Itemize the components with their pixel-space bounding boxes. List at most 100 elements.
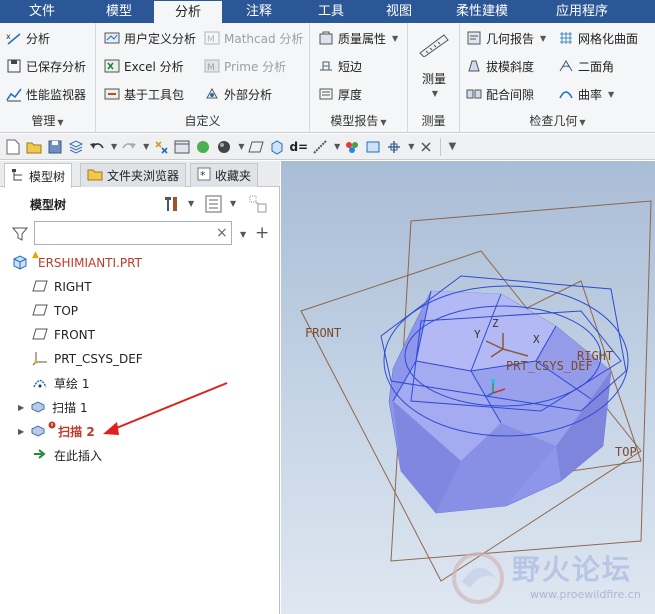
regenerate-icon[interactable] <box>152 138 170 156</box>
tab-annotate[interactable]: 注释 <box>222 0 296 23</box>
appearance-icon[interactable] <box>343 138 361 156</box>
thickness-icon <box>318 86 334 102</box>
new-file-icon[interactable] <box>4 138 22 156</box>
layers-icon[interactable] <box>67 138 85 156</box>
chevron-down-icon[interactable]: ▼ <box>408 142 414 151</box>
chevron-down-icon[interactable]: ▼ <box>230 199 236 208</box>
curvature-button[interactable]: 曲率 ▼ <box>558 83 614 105</box>
external-analysis-button[interactable]: 外部分析 <box>204 83 272 105</box>
windows-icon[interactable] <box>173 138 191 156</box>
watermark-text-cn: 野火论坛 <box>512 553 633 586</box>
user-defined-analysis-button[interactable]: 用户定义分析 <box>104 27 196 49</box>
chevron-down-icon[interactable]: ▼ <box>111 142 117 151</box>
analysis-icon: x <box>6 30 22 46</box>
tree-filter-grid-icon[interactable] <box>248 194 270 217</box>
group-label-manage[interactable]: 管理 ▼ <box>0 112 95 129</box>
chevron-down-icon[interactable]: ▼ <box>334 142 340 151</box>
group-custom: 用户定义分析 Excel 分析 基于工具包 M Mathcad 分析 M Pri… <box>96 23 310 133</box>
geometry-report-button[interactable]: 几何报告 ▼ <box>466 27 546 49</box>
svg-text:M: M <box>207 63 215 73</box>
short-edge-button[interactable]: 短边 <box>318 55 362 77</box>
tree-item-sweep-2[interactable]: ▶ 扫描 2 <box>18 419 95 443</box>
tree-item-top[interactable]: TOP <box>32 299 78 323</box>
mesh-surface-label: 网格化曲面 <box>578 31 639 46</box>
tab-model-tree[interactable]: 模型树 <box>4 163 73 188</box>
toolbar-more-icon[interactable]: ▼ <box>448 141 456 152</box>
chevron-down-icon[interactable]: ▼ <box>240 230 246 239</box>
tree-item-right[interactable]: RIGHT <box>32 275 92 299</box>
model-tree-icon <box>11 168 25 185</box>
mass-properties-button[interactable]: 质量属性 ▼ <box>318 27 398 49</box>
expand-arrow-icon[interactable]: ▶ <box>18 403 24 412</box>
group-label-inspect-geometry[interactable]: 检查几何 ▼ <box>460 112 655 129</box>
tab-model-tree-label: 模型树 <box>29 169 66 184</box>
save-icon[interactable] <box>46 138 64 156</box>
tab-model[interactable]: 模型 <box>84 0 154 23</box>
dihedral-angle-button[interactable]: 二面角 <box>558 55 614 77</box>
toolkit-analysis-button[interactable]: 基于工具包 <box>104 83 184 105</box>
sphere-dark-icon[interactable] <box>215 138 233 156</box>
mesh-surface-button[interactable]: 网格化曲面 <box>558 27 638 49</box>
saved-analysis-button[interactable]: 已保存分析 <box>6 55 86 77</box>
filter-row: × ▼ + <box>0 219 280 249</box>
tree-search-input[interactable] <box>34 221 232 245</box>
chevron-down-icon[interactable]: ▼ <box>188 199 194 208</box>
tree-settings-icon[interactable] <box>162 194 182 217</box>
mathcad-analysis-button[interactable]: M Mathcad 分析 <box>204 27 303 49</box>
saved-orientations-icon[interactable] <box>385 138 403 156</box>
tab-analysis[interactable]: 分析 <box>154 0 222 23</box>
tree-item-sketch-1[interactable]: 草绘 1 <box>32 371 89 395</box>
undo-icon[interactable] <box>88 138 106 156</box>
ribbon: x 分析 已保存分析 性能监视器 管理 ▼ 用户定义分析 Excel 分析 基于工… <box>0 23 655 133</box>
curvature-label: 曲率 <box>578 87 603 102</box>
label-top: TOP <box>615 445 637 459</box>
performance-monitor-button[interactable]: 性能监视器 <box>6 83 86 105</box>
cube-display-icon[interactable] <box>268 138 286 156</box>
mating-clearance-button[interactable]: 配合间隙 <box>466 83 534 105</box>
sphere-green-icon[interactable] <box>194 138 212 156</box>
external-analysis-icon <box>204 86 220 102</box>
user-defined-analysis-icon <box>104 30 120 46</box>
mathcad-analysis-label: Mathcad 分析 <box>224 31 304 46</box>
chevron-down-icon[interactable]: ▼ <box>143 142 149 151</box>
draft-button[interactable]: 拔模斜度 <box>466 55 534 77</box>
prime-analysis-button[interactable]: M Prime 分析 <box>204 55 286 77</box>
thickness-button[interactable]: 厚度 <box>318 83 362 105</box>
tree-list-icon[interactable] <box>204 194 224 217</box>
toolbar-separator <box>440 137 442 156</box>
tree-item-sweep-1[interactable]: ▶ 扫描 1 <box>18 395 88 419</box>
expand-arrow-icon[interactable]: ▶ <box>18 427 24 436</box>
close-window-icon[interactable] <box>417 138 435 156</box>
excel-analysis-button[interactable]: Excel 分析 <box>104 55 184 77</box>
dimension-display-button[interactable]: d= <box>289 140 308 154</box>
toolkit-analysis-label: 基于工具包 <box>124 87 185 102</box>
group-label-model-report[interactable]: 模型报告 ▼ <box>310 112 407 129</box>
tab-folder-browser[interactable]: 文件夹浏览器 <box>80 163 187 187</box>
tree-item-insert-here[interactable]: 在此插入 <box>32 443 102 467</box>
tab-tools[interactable]: 工具 <box>296 0 366 23</box>
tree-root-part[interactable]: ▲ ERSHIMIANTI.PRT <box>12 250 142 275</box>
tab-flexible-modeling[interactable]: 柔性建模 <box>432 0 532 23</box>
analysis-button[interactable]: x 分析 <box>6 27 50 49</box>
tab-file[interactable]: 文件 <box>0 0 84 23</box>
tab-view[interactable]: 视图 <box>366 0 432 23</box>
annotation-arrow <box>103 382 228 435</box>
view-manager-icon[interactable] <box>364 138 382 156</box>
annotation-display-icon[interactable] <box>311 138 329 156</box>
add-icon[interactable]: + <box>255 223 269 243</box>
datum-plane-icon <box>32 279 48 296</box>
tab-applications[interactable]: 应用程序 <box>532 0 632 23</box>
tab-favorites[interactable]: * 收藏夹 <box>190 163 259 187</box>
chevron-down-icon[interactable]: ▼ <box>238 142 244 151</box>
svg-text:x: x <box>6 32 11 41</box>
measure-button[interactable]: 测量 ▼ <box>416 31 452 98</box>
clear-icon[interactable]: × <box>216 225 228 241</box>
mass-properties-label: 质量属性 <box>338 31 387 46</box>
plane-display-icon[interactable] <box>247 138 265 156</box>
tree-item-front[interactable]: FRONT <box>32 323 95 347</box>
chevron-down-icon: ▼ <box>579 118 586 127</box>
open-folder-icon[interactable] <box>25 138 43 156</box>
tree-item-csys[interactable]: PRT_CSYS_DEF <box>32 347 143 371</box>
redo-icon[interactable] <box>120 138 138 156</box>
mathcad-icon: M <box>204 30 220 46</box>
